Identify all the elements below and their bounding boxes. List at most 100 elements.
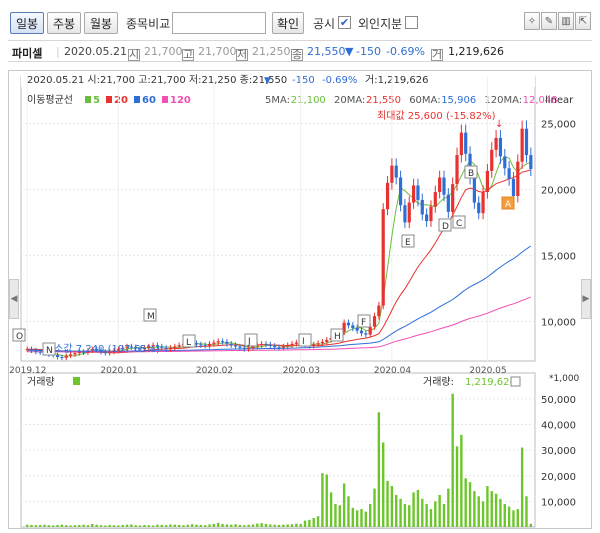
candle-body xyxy=(60,357,64,359)
volume-bar xyxy=(112,525,116,527)
candle-body xyxy=(503,156,507,169)
volume-bar xyxy=(321,473,324,527)
volume-bar xyxy=(173,524,176,527)
volume-ytick-label: 10,000 xyxy=(541,497,576,508)
weekly-button[interactable]: 주봉 xyxy=(47,12,81,34)
ma-value-label-2: 60MA: xyxy=(409,95,440,106)
volume-bar xyxy=(247,524,250,527)
volume-bar xyxy=(134,525,137,527)
candle-body xyxy=(290,343,294,346)
scroll-left-arrow[interactable]: ◀ xyxy=(9,279,19,319)
volume-bar xyxy=(234,524,237,527)
candle-body xyxy=(320,341,325,344)
candle-body xyxy=(429,206,433,222)
confirm-button[interactable]: 확인 xyxy=(272,12,304,34)
candle-body xyxy=(199,344,203,346)
volume-bar xyxy=(190,524,194,527)
event-marker-I xyxy=(298,333,312,347)
volume-bar xyxy=(52,525,55,527)
candle-body xyxy=(381,209,385,306)
price-ytick-label: 10,000 xyxy=(541,317,576,328)
event-marker-label-N: N xyxy=(46,346,53,356)
volume-bar xyxy=(56,524,59,527)
event-marker-label-E: E xyxy=(405,238,411,248)
volume-bar xyxy=(82,524,85,527)
price-ytick-label: 20,000 xyxy=(541,185,576,196)
ma-value-0: 21,100 xyxy=(291,95,326,106)
volume-bar xyxy=(30,524,33,527)
volume-bar xyxy=(520,447,524,527)
volume-bar xyxy=(251,524,255,527)
monthly-button[interactable]: 월봉 xyxy=(84,12,118,34)
ma-line-60 xyxy=(27,245,532,352)
candle-body xyxy=(455,155,459,185)
volume-bar xyxy=(390,486,394,527)
candle-body xyxy=(351,325,355,328)
foreign-ownership-checkbox[interactable] xyxy=(405,16,418,29)
volume-bar xyxy=(286,524,289,527)
x-tick-label: 2020.03 xyxy=(283,366,320,376)
ma-legend-label-120: 120 xyxy=(170,95,191,106)
volume-legend-swatch xyxy=(73,377,80,385)
candle-body xyxy=(29,349,34,351)
layout-icon[interactable]: ▥ xyxy=(558,12,574,30)
candle-body xyxy=(212,342,216,344)
disclosure-checkbox[interactable]: ✔ xyxy=(338,16,351,29)
volume-ytick-label: 20,000 xyxy=(541,472,576,483)
volume-bar xyxy=(156,524,159,527)
lightbulb-icon[interactable]: ✧ xyxy=(524,12,540,30)
ma-value-1: 21,550 xyxy=(366,95,401,106)
price-ytick-label: 25,000 xyxy=(541,119,576,130)
separator: | xyxy=(56,45,60,58)
chart-frame: 2020.05.21 시:21,700 고:21,700 저:21,250 종:… xyxy=(8,70,592,529)
candle-body xyxy=(286,345,290,347)
event-marker-label-M: M xyxy=(147,312,155,322)
volume-bar xyxy=(143,524,146,527)
ma-value-2: 15,906 xyxy=(441,95,476,106)
volume-bar xyxy=(347,496,350,527)
volume-bar xyxy=(38,524,42,527)
header-change: -150 xyxy=(292,75,315,86)
export-icon[interactable]: ⇱ xyxy=(575,12,591,30)
edit-icon[interactable]: ✎ xyxy=(541,12,557,30)
volume-bar xyxy=(377,412,381,527)
volume-bar xyxy=(355,510,359,527)
stock-chart[interactable]: 2020.05.21 시:21,700 고:21,700 저:21,250 종:… xyxy=(9,71,593,530)
event-marker-label-O: O xyxy=(16,332,23,342)
change-value: -150 xyxy=(356,45,381,58)
event-marker-label-J: J xyxy=(247,337,251,347)
volume-bar xyxy=(447,488,450,527)
compare-stock-input[interactable] xyxy=(172,12,266,34)
volume-bar xyxy=(104,525,107,527)
volume-bar xyxy=(99,525,103,527)
ma-legend-label-20: 20 xyxy=(114,95,128,106)
ma-line-20 xyxy=(27,169,531,354)
volume-bar xyxy=(195,524,198,527)
candle-body xyxy=(477,202,481,214)
ma-value-label-3: 120MA: xyxy=(484,95,522,106)
volume-bar xyxy=(468,482,472,527)
daily-button[interactable]: 일봉 xyxy=(10,12,44,34)
candle-body xyxy=(251,346,255,348)
volume-bar xyxy=(238,524,242,527)
volume-bar xyxy=(494,493,498,527)
stock-info-bar: 파미셀 | 2020.05.21 시 21,700 고 21,700 저 21,… xyxy=(8,40,592,62)
volume-bar xyxy=(208,524,211,527)
volume-bar xyxy=(260,523,263,527)
candle-body xyxy=(490,149,494,171)
volume-bar xyxy=(47,525,51,527)
ma-legend-label-60: 60 xyxy=(142,95,156,106)
volume-bar xyxy=(299,523,302,527)
candle-body xyxy=(385,182,390,210)
candle-body xyxy=(403,205,407,223)
close-price: 21,550 xyxy=(307,45,346,58)
volume-bar xyxy=(499,498,502,527)
volume-bar xyxy=(329,492,333,527)
volume-bar xyxy=(169,524,172,527)
price-ytick-label: 15,000 xyxy=(541,251,576,262)
scroll-right-arrow[interactable]: ▶ xyxy=(581,279,591,319)
candle-body xyxy=(64,355,68,358)
volume-bar xyxy=(516,509,520,527)
volume-bar xyxy=(160,524,163,527)
volume-bar xyxy=(225,524,229,527)
